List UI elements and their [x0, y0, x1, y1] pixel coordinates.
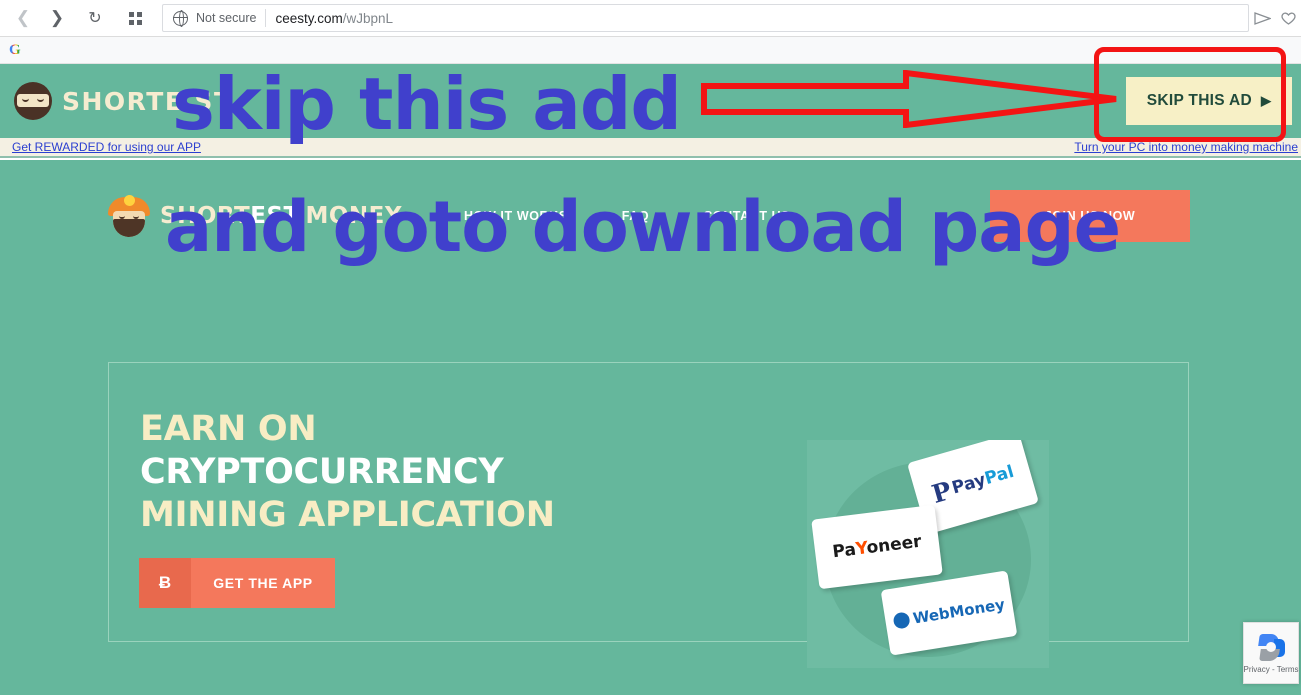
payoneer-pa: Pa	[831, 539, 858, 563]
webmoney-label: WebMoney	[911, 595, 1007, 628]
money-machine-link[interactable]: Turn your PC into money making machine	[1074, 140, 1298, 154]
omnibox-divider	[265, 9, 267, 27]
back-icon[interactable]: ❮	[8, 3, 38, 33]
annotation-arrow-icon	[701, 70, 1117, 128]
heart-icon[interactable]	[1275, 5, 1301, 31]
get-the-app-label: GET THE APP	[191, 558, 335, 608]
google-logo-icon[interactable]: G	[9, 42, 21, 59]
annotation-text-line1: skip this add	[172, 62, 682, 146]
paypal-label-pay: Pay	[949, 469, 988, 498]
get-the-app-button[interactable]: Ƀ GET THE APP	[139, 558, 335, 608]
reload-icon[interactable]: ↻	[80, 3, 110, 33]
promo-heading: EARN ON CRYPTOCURRENCY MINING APPLICATIO…	[140, 408, 700, 537]
recaptcha-privacy-terms[interactable]: Privacy - Terms	[1244, 665, 1299, 674]
url-domain: ceesty.com	[275, 10, 343, 26]
payoneer-oneer: oneer	[865, 531, 923, 559]
miner-mascot-icon	[108, 194, 150, 237]
annotation-highlight-box	[1094, 47, 1286, 142]
payment-methods-image: P PayPal PaYoneer WebMoney	[807, 440, 1049, 668]
grid-apps-icon[interactable]	[120, 3, 150, 33]
url-path: /wJbpnL	[342, 10, 394, 26]
promo-heading-line3: MINING APPLICATION	[140, 495, 555, 535]
payoneer-card: PaYoneer	[811, 504, 943, 590]
webmoney-dot-icon	[892, 611, 911, 630]
globe-icon	[172, 10, 188, 28]
url-text: ceesty.com/wJbpnL	[275, 11, 393, 26]
forward-icon[interactable]: ❯	[42, 3, 72, 33]
address-bar[interactable]: Not secure ceesty.com/wJbpnL	[162, 4, 1249, 32]
promo-heading-line1: EARN ON	[140, 409, 317, 449]
security-status: Not secure	[196, 11, 257, 25]
payoneer-label: PaYoneer	[831, 532, 922, 563]
annotation-text-line2: and goto download page	[165, 186, 1121, 268]
recaptcha-icon	[1257, 633, 1285, 661]
browser-toolbar: ❮ ❯ ↻ Not secure ceesty.com/wJbpnL	[0, 0, 1301, 37]
recaptcha-badge[interactable]: Privacy - Terms	[1243, 622, 1299, 684]
bitcoin-icon: Ƀ	[139, 558, 191, 608]
paypal-label-pal: Pal	[982, 461, 1017, 489]
paypal-label: PayPal	[949, 461, 1017, 498]
promo-heading-line2: CRYPTOCURRENCY	[140, 452, 504, 492]
send-arrow-icon[interactable]	[1249, 5, 1275, 31]
screenshot-root: ❮ ❯ ↻ Not secure ceesty.com/wJbpnL G SHO…	[0, 0, 1301, 695]
ninja-mascot-icon	[14, 82, 52, 120]
toolbar-right-icons	[1249, 5, 1301, 31]
